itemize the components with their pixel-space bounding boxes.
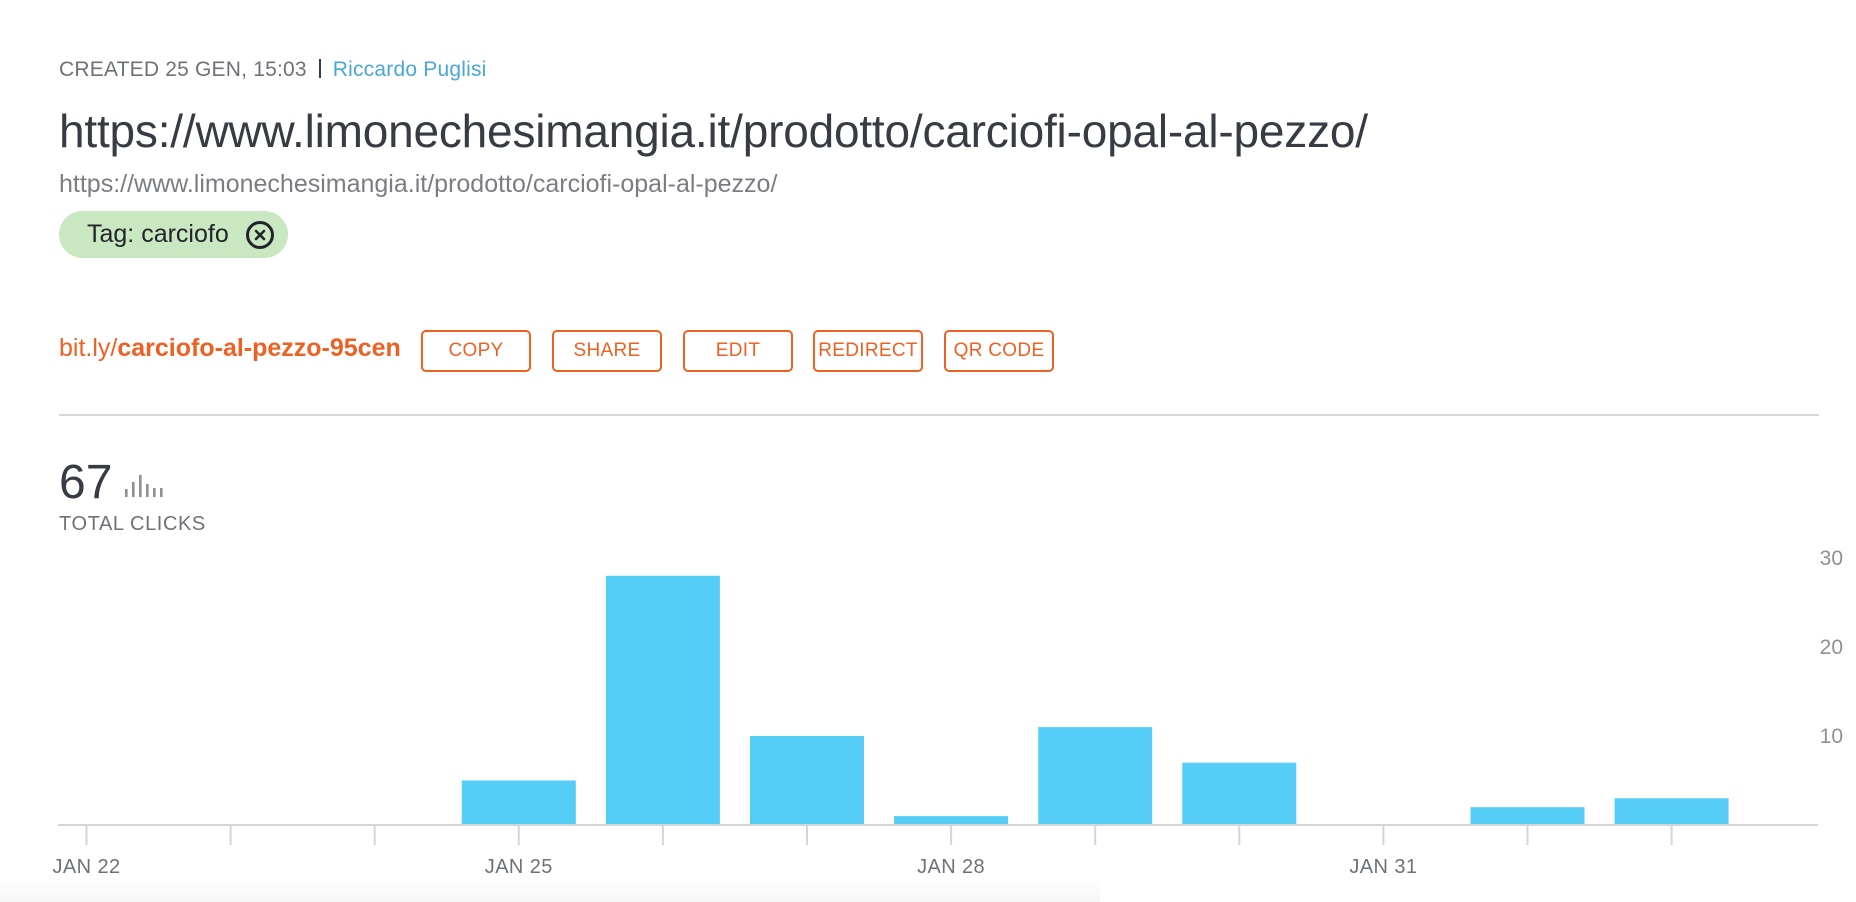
x-tick-label: JAN 22	[53, 856, 121, 878]
bar-jan-30[interactable]	[1182, 762, 1297, 825]
bar-jan-29[interactable]	[1038, 727, 1153, 825]
x-tick-label: JAN 28	[917, 856, 985, 878]
bottom-fade	[0, 878, 1100, 902]
clicks-bar-chart: JAN 22 JAN 25 JAN 28 JAN 31 10 20 30	[53, 547, 1844, 878]
x-tick-label: JAN 31	[1349, 856, 1417, 878]
x-tick-label: JAN 25	[485, 856, 553, 878]
y-tick-label: 30	[1820, 547, 1843, 570]
bar-jan-28[interactable]	[894, 816, 1009, 825]
bar-jan-27[interactable]	[750, 736, 864, 825]
y-tick-label: 10	[1820, 725, 1843, 748]
bar-jan-26[interactable]	[605, 575, 720, 825]
y-tick-label: 20	[1820, 636, 1843, 659]
bar-feb-1[interactable]	[1470, 807, 1585, 825]
bar-jan-25[interactable]	[461, 780, 576, 826]
bar-feb-2[interactable]	[1614, 798, 1729, 825]
